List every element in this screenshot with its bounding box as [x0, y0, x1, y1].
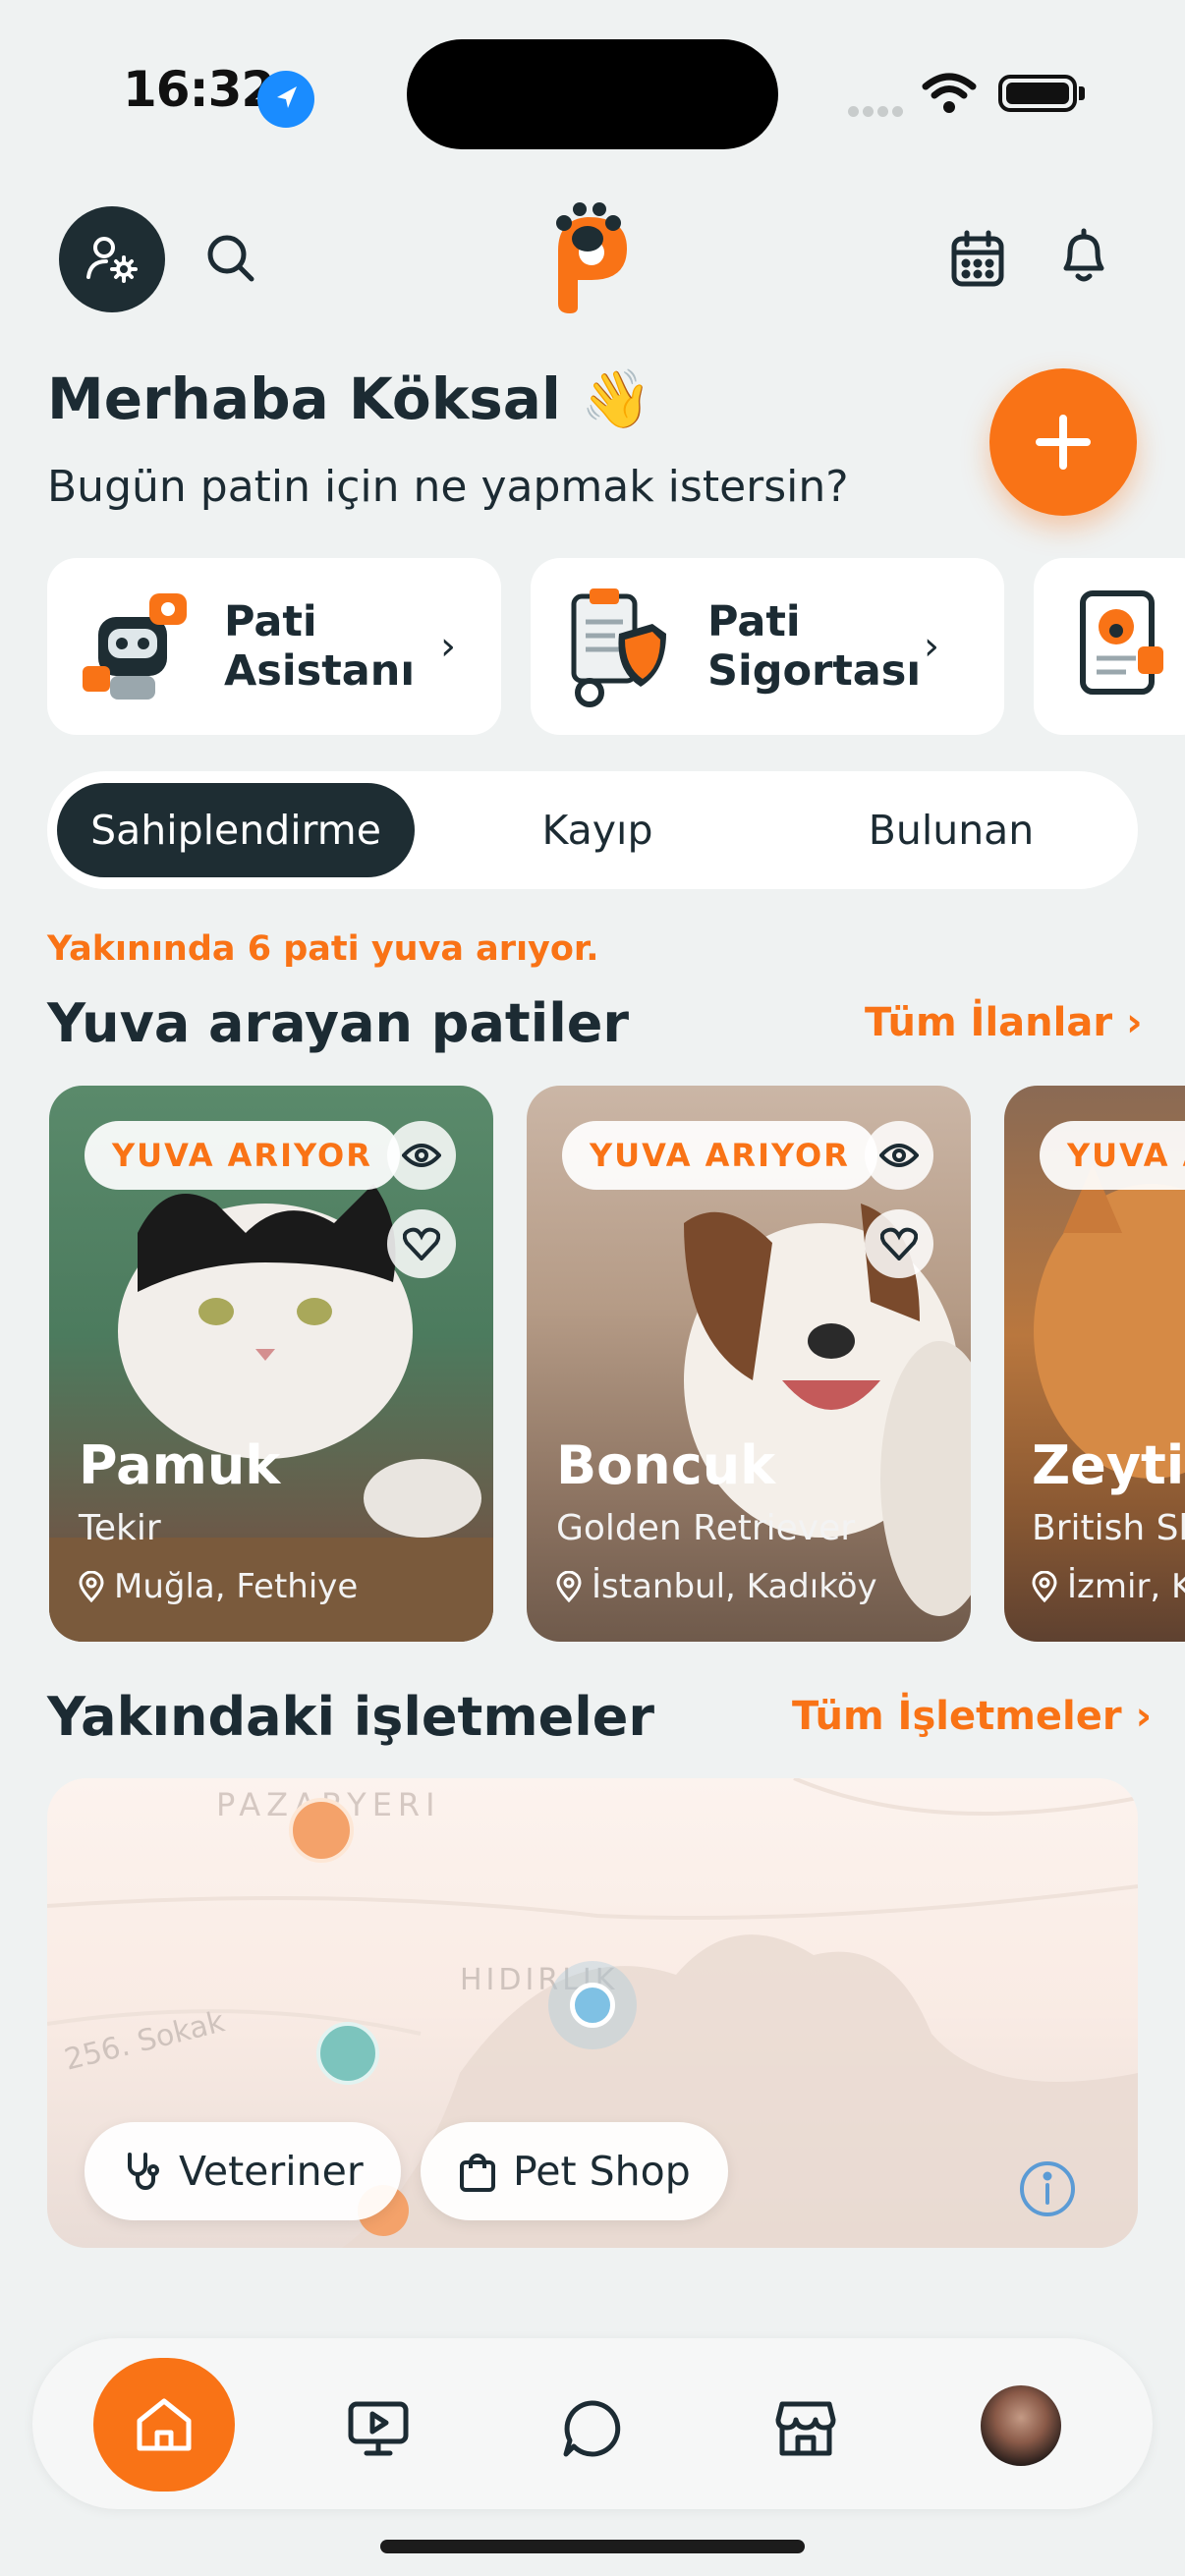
nearby-section-title: Yakındaki işletmeler — [47, 1686, 655, 1748]
store-icon — [775, 2401, 836, 2456]
chevron-right-icon: › — [440, 624, 456, 669]
dynamic-island — [407, 39, 778, 149]
chip-label: Veteriner — [179, 2148, 364, 2195]
bell-icon — [1063, 228, 1104, 282]
home-indicator — [380, 2540, 805, 2553]
search-icon — [207, 235, 254, 282]
profile-settings-icon — [86, 237, 138, 283]
insurance-shield-icon — [564, 583, 672, 710]
quick-action-pati-sigortasi[interactable]: Pati Sigortası › — [531, 558, 1004, 735]
pet-card-zeytin[interactable]: YUVA ARIYOR Zeytin British Sh İzmir, K — [1004, 1086, 1185, 1642]
pet-passport-icon — [1077, 588, 1165, 705]
pet-breed: Golden Retriever — [556, 1508, 856, 1548]
add-button[interactable] — [989, 368, 1137, 516]
calendar-icon — [951, 230, 1004, 287]
all-businesses-label: Tüm İşletmeler — [792, 1694, 1122, 1739]
wifi-icon — [922, 73, 977, 118]
tab-kayip[interactable]: Kayıp — [421, 783, 774, 877]
avatar[interactable] — [981, 2385, 1061, 2466]
profile-settings-button[interactable] — [59, 206, 165, 312]
filter-chip-pet-shop[interactable]: Pet Shop — [421, 2122, 728, 2220]
view-icon[interactable] — [387, 1121, 456, 1190]
all-listings-label: Tüm İlanlar — [865, 1000, 1113, 1045]
calendar-button[interactable] — [943, 224, 1012, 293]
quick-action-line1: Pati — [707, 597, 801, 646]
favorite-heart-icon[interactable] — [865, 1209, 933, 1278]
chevron-right-icon: › — [924, 624, 939, 669]
stethoscope-icon — [128, 2153, 159, 2190]
pet-card-pamuk[interactable]: YUVA ARIYOR Pamuk Tekir Muğla, Fethiye — [49, 1086, 493, 1642]
current-location-marker — [548, 1961, 637, 2049]
business-map[interactable]: PAZARYERI HIDIRLIK 256. Sokak Veteriner … — [47, 1778, 1138, 2248]
chat-icon — [563, 2400, 621, 2457]
petshop-map-pin[interactable] — [289, 1798, 354, 1863]
nav-video-button[interactable] — [339, 2389, 418, 2468]
pet-location: İzmir, K — [1067, 1567, 1185, 1606]
chevron-right-icon: › — [1135, 1694, 1153, 1739]
pet-location: İstanbul, Kadıköy — [592, 1567, 877, 1606]
chevron-right-icon: › — [1126, 1000, 1143, 1045]
nav-chat-button[interactable] — [552, 2389, 631, 2468]
greeting-title: Merhaba Köksal 👋 — [47, 365, 652, 432]
pet-name: Pamuk — [79, 1434, 281, 1496]
plus-icon — [1036, 415, 1091, 470]
pet-card-boncuk[interactable]: YUVA ARIYOR Boncuk Golden Retriever İsta… — [527, 1086, 971, 1642]
search-button[interactable] — [197, 224, 265, 293]
shopping-bag-icon — [460, 2154, 495, 2192]
status-badge: YUVA ARIYOR — [562, 1121, 877, 1190]
nav-store-button[interactable] — [766, 2389, 845, 2468]
nav-home-button[interactable] — [93, 2358, 235, 2492]
quick-action-pati-asistani[interactable]: Pati Asistanı › — [47, 558, 501, 735]
battery-tip — [1079, 86, 1085, 100]
location-pin-icon — [556, 1571, 582, 1602]
adoption-section-title: Yuva arayan patiler — [47, 992, 629, 1054]
tab-bulunan[interactable]: Bulunan — [774, 783, 1128, 877]
chip-label: Pet Shop — [513, 2148, 691, 2195]
filter-chip-veteriner[interactable]: Veteriner — [85, 2122, 401, 2220]
greeting-subtitle: Bugün patin için ne yapmak istersin? — [47, 462, 849, 512]
vet-map-pin[interactable] — [316, 2022, 379, 2085]
map-info-icon[interactable] — [1018, 2159, 1077, 2218]
location-pin-icon — [79, 1571, 104, 1602]
favorite-heart-icon[interactable] — [387, 1209, 456, 1278]
pet-location: Muğla, Fethiye — [114, 1567, 359, 1606]
pet-name: Zeytin — [1032, 1434, 1185, 1496]
quick-action-pet-passport[interactable] — [1034, 558, 1185, 735]
robot-assistant-icon — [81, 588, 189, 705]
view-icon[interactable] — [865, 1121, 933, 1190]
pet-name: Boncuk — [556, 1434, 776, 1496]
status-badge: YUVA ARIYOR — [1040, 1121, 1185, 1190]
nearby-count-note: Yakınında 6 pati yuva arıyor. — [47, 929, 599, 969]
pet-breed: British Sh — [1032, 1508, 1185, 1548]
home-icon — [137, 2398, 192, 2451]
tab-sahiplendirme[interactable]: Sahiplendirme — [57, 783, 415, 877]
quick-action-line2: Asistanı — [224, 646, 416, 696]
quick-action-line1: Pati — [224, 597, 317, 646]
battery-icon — [998, 75, 1077, 112]
all-listings-link[interactable]: Tüm İlanlar › — [865, 1000, 1143, 1045]
location-pin-icon — [1032, 1571, 1057, 1602]
quick-action-line2: Sigortası — [707, 646, 922, 696]
cellular-signal-icon — [848, 102, 907, 121]
all-businesses-link[interactable]: Tüm İşletmeler › — [792, 1694, 1152, 1739]
pet-breed: Tekir — [79, 1508, 161, 1548]
status-badge: YUVA ARIYOR — [85, 1121, 400, 1190]
notifications-button[interactable] — [1049, 222, 1118, 291]
location-arrow-icon — [257, 71, 314, 128]
video-icon — [348, 2401, 409, 2456]
listing-tabs: Sahiplendirme Kayıp Bulunan — [47, 771, 1138, 889]
status-time: 16:32 — [123, 61, 275, 118]
paw-logo-icon[interactable] — [548, 201, 637, 314]
